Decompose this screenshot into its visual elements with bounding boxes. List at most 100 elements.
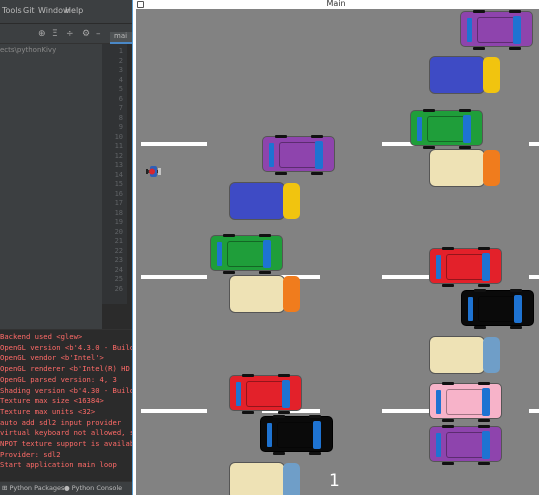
car-wheel — [275, 135, 287, 138]
car-windshield — [263, 240, 271, 268]
console-line: Shading version <b'4.30 - Build 2 — [0, 385, 132, 395]
line-number: 14 — [114, 170, 123, 179]
menu-tools[interactable]: Tools — [2, 6, 22, 15]
car — [229, 374, 302, 414]
line-number: 17 — [114, 199, 123, 207]
truck — [429, 149, 501, 187]
truck — [429, 56, 501, 94]
car-wheel — [473, 10, 485, 13]
car-wheel — [423, 109, 435, 112]
car-windshield — [313, 421, 321, 449]
window-title-bar[interactable]: Main — [133, 0, 539, 9]
car-wheel — [223, 234, 235, 237]
car-wheel — [473, 47, 485, 50]
car-wheel — [311, 172, 323, 175]
line-number: 25 — [114, 275, 123, 283]
line-number: 5 — [118, 85, 123, 93]
car — [429, 382, 502, 422]
car — [260, 415, 333, 455]
car — [410, 109, 483, 149]
line-number: 11 — [114, 142, 123, 150]
crosshair-icon[interactable]: ⊕ — [38, 29, 46, 39]
minimize-panel-icon[interactable]: – — [96, 29, 101, 39]
line-number: 26 — [114, 284, 123, 293]
player-motorcyclist — [146, 163, 162, 180]
line-number: 13 — [114, 161, 123, 169]
car-rear-window — [467, 18, 472, 42]
collapse-all-icon[interactable]: Ξ — [52, 29, 58, 39]
python-console-tab[interactable]: ● Python Console — [64, 484, 122, 492]
car-wheel — [509, 10, 521, 13]
truck-cab — [283, 276, 300, 312]
car — [262, 135, 335, 175]
car-wheel — [459, 109, 471, 112]
run-console[interactable]: Backend used <glew> OpenGL version <b'4.3… — [0, 329, 132, 481]
line-number: 4 — [118, 75, 123, 84]
car-wheel — [242, 374, 254, 377]
car-wheel — [442, 284, 454, 287]
car-windshield — [482, 431, 490, 459]
car-windshield — [482, 253, 490, 281]
car-roof — [277, 422, 315, 448]
console-line: NPOT texture support is available — [0, 439, 132, 448]
car-rear-window — [417, 117, 422, 141]
car-rear-window — [269, 143, 274, 167]
menu-git[interactable]: Git — [23, 6, 35, 15]
project-panel: ects\pythonKivy — [0, 44, 102, 329]
car-windshield — [463, 115, 471, 143]
car-wheel — [278, 411, 290, 414]
truck-cab — [483, 57, 500, 93]
truck-cab — [283, 463, 300, 495]
car-wheel — [309, 415, 321, 418]
car-windshield — [282, 380, 290, 408]
car-rear-window — [236, 382, 241, 406]
python-packages-tab[interactable]: ⊞ Python Packages — [2, 484, 64, 492]
truck — [229, 275, 301, 313]
car — [460, 10, 533, 50]
gear-icon[interactable]: ⚙ — [82, 29, 90, 39]
expand-icon[interactable]: ÷ — [66, 29, 74, 39]
car-wheel — [478, 247, 490, 250]
car-roof — [478, 296, 516, 322]
car-rear-window — [436, 255, 441, 279]
car-wheel — [474, 326, 486, 329]
car-wheel — [273, 452, 285, 455]
car-wheel — [273, 415, 285, 418]
car-wheel — [478, 419, 490, 422]
car-wheel — [478, 382, 490, 385]
car — [210, 234, 283, 274]
console-line: OpenGL parsed version: 4, 3 — [0, 374, 117, 384]
console-line: OpenGL renderer <b'Intel(R) HD Gr — [0, 364, 132, 374]
console-line: Start application main loop — [0, 460, 117, 470]
console-line: Provider: sdl2 — [0, 449, 61, 459]
car — [429, 425, 502, 465]
car-rear-window — [436, 433, 441, 457]
line-number: 10 — [114, 132, 123, 141]
editor-tab-main[interactable]: mai — [110, 32, 132, 44]
car-wheel — [478, 284, 490, 287]
car-roof — [246, 381, 284, 407]
car-wheel — [311, 135, 323, 138]
project-path[interactable]: ects\pythonKivy — [0, 46, 56, 54]
car-rear-window — [267, 423, 272, 447]
ide-statusbar: ⊞ Python Packages ● Python Console — [0, 481, 132, 495]
line-number: 23 — [114, 256, 123, 264]
truck-cargo-box — [429, 149, 485, 187]
line-number-gutter: 1 2 3 4 5 6 7 8 9 10 11 12 13 14 15 16 17 18 19 20 21 22 23 24 2… — [102, 44, 127, 304]
line-number: 3 — [118, 66, 123, 74]
truck-cargo-box — [429, 56, 485, 94]
lane-marking — [529, 275, 539, 279]
ide-window: Tools Git Window Help ⊕ Ξ ÷ ⚙ – ects\pyt… — [0, 0, 132, 495]
menu-help[interactable]: Help — [65, 6, 83, 15]
car-wheel — [223, 271, 235, 274]
lane-marking — [529, 409, 539, 413]
car-roof — [477, 17, 515, 43]
car-wheel — [242, 411, 254, 414]
line-number: 22 — [114, 246, 123, 255]
car-windshield — [482, 388, 490, 416]
line-number: 9 — [118, 123, 123, 131]
line-number: 12 — [114, 151, 123, 160]
python-packages-label: Python Packages — [9, 484, 65, 492]
car-wheel — [309, 452, 321, 455]
game-canvas[interactable]: 1 — [136, 9, 539, 495]
